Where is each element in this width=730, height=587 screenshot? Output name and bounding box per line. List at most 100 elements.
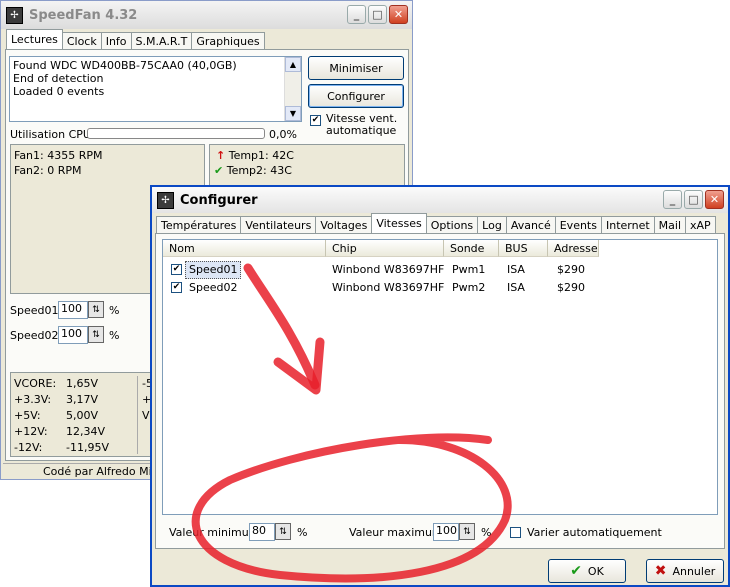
auto-vary-checkbox[interactable] [510, 527, 521, 538]
tab-log[interactable]: Log [477, 216, 507, 233]
percent-sign: % [297, 526, 308, 539]
temp-reading: Temp2: 43C [226, 164, 292, 177]
log-scrollbar[interactable]: ▲ ▼ [284, 57, 301, 121]
row-checkbox[interactable]: ✔ [171, 264, 182, 275]
speedfan-app-icon: ✢ [6, 6, 23, 24]
tab-clock[interactable]: Clock [61, 32, 102, 49]
speed02-label: Speed02: [10, 329, 63, 342]
speeds-listview[interactable]: Nom Chip Sonde BUS Adresse ✔ Speed01 Win… [162, 239, 718, 515]
row-checkbox[interactable]: ✔ [171, 282, 182, 293]
speed02-input[interactable]: 100 [58, 326, 88, 344]
voltage-value: 3,17V [66, 393, 99, 406]
voltage-value: 12,34V [66, 425, 106, 438]
min-stepper-icon[interactable]: ⇅ [275, 523, 291, 540]
minimize-window-button[interactable]: _ [347, 5, 366, 24]
cancel-button[interactable]: ✖ Annuler [646, 559, 724, 583]
cpu-label: Utilisation CPU [10, 128, 91, 141]
maximize-window-button[interactable]: □ [684, 190, 703, 209]
max-label: Valeur maximum [349, 526, 443, 539]
auto-vary-option[interactable]: Varier automatiquement [510, 526, 662, 539]
configurer-titlebar[interactable]: ✢ Configurer _ □ ✕ [152, 187, 728, 213]
voltage-name: +5V: [14, 409, 41, 422]
tab-lectures[interactable]: Lectures [6, 29, 63, 49]
speed01-value: 100 [61, 302, 82, 315]
configure-button[interactable]: Configurer [308, 84, 404, 108]
configurer-app-icon: ✢ [157, 191, 174, 209]
voltage-value: 5,00V [66, 409, 99, 422]
tab-avance[interactable]: Avancé [505, 216, 556, 233]
ok-label: OK [587, 564, 604, 578]
voltage-name: +12V: [14, 425, 48, 438]
col-header-adresse[interactable]: Adresse [548, 240, 599, 257]
minimize-button[interactable]: Minimiser [308, 56, 404, 80]
cancel-label: Annuler [672, 564, 716, 578]
ok-check-icon: ✔ [570, 563, 582, 579]
auto-vary-label: Varier automatiquement [527, 526, 662, 539]
speedfan-titlebar[interactable]: ✢ SpeedFan 4.32 _ □ ✕ [1, 1, 412, 29]
row-sonde: Pwm1 [452, 263, 486, 276]
tab-info[interactable]: Info [100, 32, 132, 49]
tab-ventilateurs[interactable]: Ventilateurs [240, 216, 317, 233]
auto-speed-checkbox[interactable]: ✔ [310, 115, 321, 126]
max-value: 100 [436, 524, 457, 537]
tab-internet[interactable]: Internet [600, 216, 655, 233]
max-value-input[interactable]: 100 [433, 523, 459, 541]
table-row[interactable]: ✔ Speed02 Winbond W83697HF Pwm2 ISA $290 [163, 279, 717, 297]
voltage-name: -12V: [14, 441, 43, 454]
speed01-stepper-icon[interactable]: ⇅ [88, 301, 104, 318]
col-header-chip[interactable]: Chip [326, 240, 444, 257]
voltage-value: 1,65V [66, 377, 99, 390]
tab-vitesses[interactable]: Vitesses [371, 213, 427, 233]
table-row[interactable]: ✔ Speed01 Winbond W83697HF Pwm1 ISA $290 [163, 261, 717, 279]
tab-mail[interactable]: Mail [653, 216, 687, 233]
close-window-button[interactable]: ✕ [705, 190, 724, 209]
auto-speed-label: Vitesse vent. automatique [326, 112, 398, 137]
configurer-dialog: ✢ Configurer _ □ ✕ Températures Ventilat… [150, 185, 730, 587]
voltage-name: VCORE: [14, 377, 57, 390]
row-chip: Winbond W83697HF [332, 281, 445, 294]
cpu-value: 0,0% [269, 128, 297, 141]
row-name: Speed01 [185, 261, 242, 279]
row-adresse: $290 [557, 281, 585, 294]
row-adresse: $290 [557, 263, 585, 276]
min-label: Valeur minimum [169, 526, 260, 539]
log-line: Loaded 0 events [13, 85, 105, 98]
row-chip: Winbond W83697HF [332, 263, 445, 276]
scroll-up-icon[interactable]: ▲ [285, 57, 301, 72]
row-sonde: Pwm2 [452, 281, 486, 294]
tab-temperatures[interactable]: Températures [156, 216, 242, 233]
speed01-input[interactable]: 100 [58, 301, 88, 319]
ok-button[interactable]: ✔ OK [548, 559, 626, 583]
temp-ok-check-icon: ✔ [214, 164, 224, 177]
speedfan-title: SpeedFan 4.32 [29, 7, 138, 23]
scroll-down-icon[interactable]: ▼ [285, 106, 301, 121]
col-header-sonde[interactable]: Sonde [444, 240, 499, 257]
percent-sign: % [109, 304, 120, 317]
tab-options[interactable]: Options [425, 216, 479, 233]
tab-smart[interactable]: S.M.A.R.T [130, 32, 193, 49]
auto-speed-option[interactable]: ✔ Vitesse vent. automatique [310, 113, 398, 137]
col-header-bus[interactable]: BUS [499, 240, 548, 257]
tab-graphiques[interactable]: Graphiques [191, 32, 265, 49]
log-textbox[interactable]: Found WDC WD400BB-75CAA0 (40,0GB) End of… [9, 56, 302, 122]
cpu-progress-bar [87, 128, 265, 139]
speed02-value: 100 [61, 327, 82, 340]
max-stepper-icon[interactable]: ⇅ [459, 523, 475, 540]
percent-sign: % [109, 329, 120, 342]
speed02-stepper-icon[interactable]: ⇅ [88, 326, 104, 343]
voltage-name: V [142, 409, 150, 422]
temp-up-arrow-icon: ↑ [216, 149, 226, 162]
voltages-panel: VCORE: 1,65V +3.3V: 3,17V +5V: 5,00V +12… [10, 372, 158, 457]
tab-voltages[interactable]: Voltages [315, 216, 373, 233]
col-header-nom[interactable]: Nom [163, 240, 326, 257]
minimize-window-button[interactable]: _ [663, 190, 682, 209]
tab-xap[interactable]: xAP [685, 216, 716, 233]
close-window-button[interactable]: ✕ [389, 5, 408, 24]
fan-reading: Fan1: 4355 RPM [14, 149, 103, 162]
percent-sign: % [481, 526, 492, 539]
maximize-window-button[interactable]: □ [368, 5, 387, 24]
log-line: End of detection [13, 72, 104, 85]
tab-events[interactable]: Events [554, 216, 602, 233]
voltage-value: -11,95V [66, 441, 109, 454]
min-value-input[interactable]: 80 [249, 523, 275, 541]
